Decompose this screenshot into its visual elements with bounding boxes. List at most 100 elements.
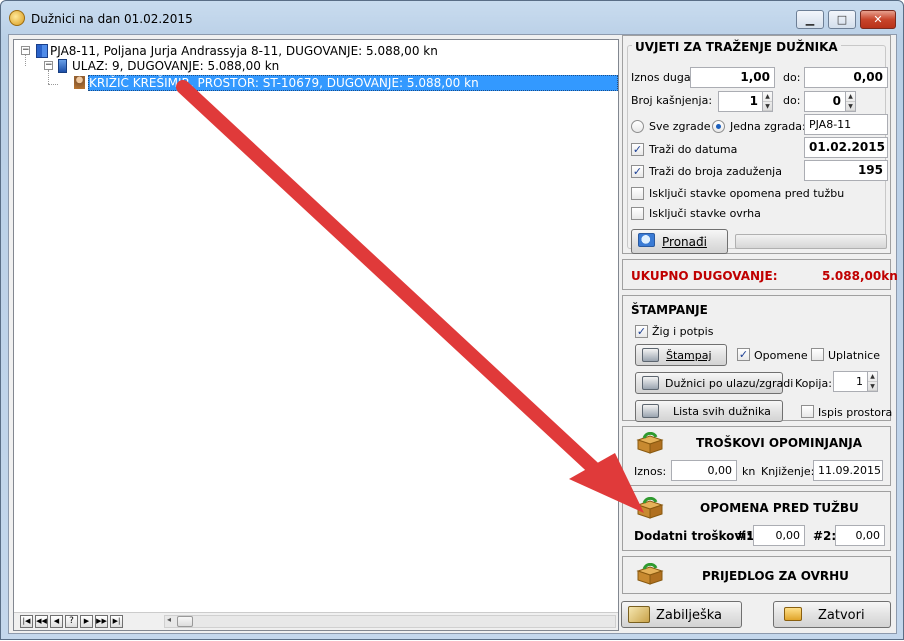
uplatnice-checkbox[interactable] bbox=[811, 348, 824, 361]
building-icon bbox=[36, 44, 48, 58]
prev-record-button[interactable]: ◀ bbox=[50, 615, 63, 628]
ovrha-title: PRIJEDLOG ZA OVRHU bbox=[702, 569, 849, 583]
folder-icon bbox=[784, 607, 802, 621]
package-icon bbox=[636, 431, 664, 454]
maximize-button[interactable]: □ bbox=[828, 10, 856, 29]
collapse-root-icon[interactable]: − bbox=[21, 46, 30, 55]
total-panel: UKUPNO DUGOVANJE: 5.088,00kn bbox=[622, 259, 898, 290]
tree-node-building[interactable]: PJA8-11, Poljana Jurja Andrassyja 8-11, … bbox=[50, 44, 438, 59]
tree-node-entrance[interactable]: ULAZ: 9, DUGOVANJE: 5.088,00 kn bbox=[72, 59, 279, 74]
close-button[interactable]: ✕ bbox=[860, 10, 896, 29]
minimize-button[interactable]: ▁ bbox=[796, 10, 824, 29]
knjizenje-input[interactable]: 11.09.2015 bbox=[813, 460, 883, 481]
horizontal-scrollbar[interactable]: ◂ bbox=[164, 615, 616, 628]
tree-node-tenant[interactable]: KRIŽIĆ KREŠIMIR, PROSTOR: ST-10679, DUGO… bbox=[88, 75, 618, 91]
iskljuci-opomena-checkbox[interactable] bbox=[631, 187, 644, 200]
sve-zgrade-radio[interactable] bbox=[631, 120, 644, 133]
stampaj-label: Štampaj bbox=[666, 349, 712, 362]
jedna-zgrada-label: Jedna zgrada: bbox=[730, 120, 806, 133]
next-page-button[interactable]: ▶▶ bbox=[95, 615, 108, 628]
opomena-panel: OPOMENA PRED TUŽBU Dodatni troškovi: #1 … bbox=[622, 491, 891, 551]
next-record-button[interactable]: ▶ bbox=[80, 615, 93, 628]
broj-to-stepper[interactable]: ▲ ▼ bbox=[845, 91, 856, 112]
duznici-ulaz-button[interactable]: Dužnici po ulazu/zgradi bbox=[635, 372, 793, 394]
package-icon bbox=[636, 496, 664, 519]
broj-from-stepper[interactable]: ▲ ▼ bbox=[762, 91, 773, 112]
print-panel: ŠTAMPANJE ✓ Žig i potpis Štampaj ✓ Opome… bbox=[622, 295, 893, 422]
printer-icon bbox=[642, 376, 659, 390]
total-value: 5.088,00kn bbox=[822, 269, 898, 283]
broj-from-input[interactable]: 1 bbox=[718, 91, 763, 112]
lista-duznika-label: Lista svih dužnika bbox=[673, 405, 771, 418]
pronadi-button[interactable]: Pronađi bbox=[631, 229, 728, 254]
pronadi-label: Pronađi bbox=[662, 235, 707, 249]
printer-icon bbox=[642, 348, 659, 362]
minimize-icon: ▁ bbox=[805, 13, 815, 26]
zatvori-button[interactable]: Zatvori bbox=[773, 601, 891, 628]
kopija-label: Kopija: bbox=[795, 377, 832, 390]
sve-zgrade-label: Sve zgrade bbox=[649, 120, 711, 133]
zig-label: Žig i potpis bbox=[652, 325, 714, 338]
prev-page-button[interactable]: ◀◀ bbox=[35, 615, 48, 628]
window-title: Dužnici na dan 01.02.2015 bbox=[31, 12, 193, 26]
knjizenje-label: Knjiženje: bbox=[761, 465, 815, 478]
broj-do-label: do: bbox=[783, 94, 801, 107]
trazi-datum-checkbox[interactable]: ✓ bbox=[631, 143, 644, 156]
first-record-button[interactable]: |◀ bbox=[20, 615, 33, 628]
broj-zaduzenja-input[interactable]: 195 bbox=[804, 160, 888, 181]
collapse-entrance-icon[interactable]: − bbox=[44, 61, 53, 70]
iznos-label: Iznos duga: bbox=[631, 71, 695, 84]
trazi-broj-label: Traži do broja zaduženja bbox=[649, 165, 782, 178]
title-bar: Dužnici na dan 01.02.2015 ▁ □ ✕ bbox=[1, 1, 903, 35]
total-label: UKUPNO DUGOVANJE: bbox=[631, 269, 778, 283]
jedna-zgrada-radio[interactable] bbox=[712, 120, 725, 133]
kopija-input[interactable]: 1 bbox=[833, 371, 868, 392]
iskljuci-opomena-label: Isključi stavke opomena pred tužbu bbox=[649, 187, 845, 200]
search-icon bbox=[638, 233, 655, 247]
trosak2-input[interactable]: 0,00 bbox=[835, 525, 885, 546]
broj-label: Broj kašnjenja: bbox=[631, 94, 713, 107]
duznici-ulaz-label: Dužnici po ulazu/zgradi bbox=[665, 377, 794, 390]
kopija-stepper[interactable]: ▲ ▼ bbox=[867, 371, 878, 392]
opomena-title: OPOMENA PRED TUŽBU bbox=[700, 501, 859, 515]
printer-icon bbox=[642, 404, 659, 418]
trazi-broj-checkbox[interactable]: ✓ bbox=[631, 165, 644, 178]
uplatnice-label: Uplatnice bbox=[828, 349, 880, 362]
person-icon bbox=[74, 76, 85, 89]
datum-input[interactable]: 01.02.2015 bbox=[804, 137, 888, 158]
search-panel: UVJETI ZA TRAŽENJE DUŽNIKA Iznos duga: 1… bbox=[622, 35, 891, 254]
help-button[interactable]: ? bbox=[65, 615, 78, 628]
zgrada-input[interactable]: PJA8-11 bbox=[804, 114, 888, 135]
print-title: ŠTAMPANJE bbox=[631, 303, 708, 317]
close-icon: ✕ bbox=[873, 13, 883, 26]
ispis-prostora-label: Ispis prostora bbox=[818, 406, 893, 419]
broj-to-input[interactable]: 0 bbox=[804, 91, 846, 112]
ispis-prostora-checkbox[interactable] bbox=[801, 405, 814, 418]
lista-duznika-button[interactable]: Lista svih dužnika bbox=[635, 400, 783, 422]
last-record-button[interactable]: ▶| bbox=[110, 615, 123, 628]
troskovi-kn-label: kn bbox=[742, 465, 756, 478]
iznos-to-input[interactable]: 0,00 bbox=[804, 67, 888, 88]
note-icon bbox=[628, 606, 650, 623]
scroll-thumb[interactable] bbox=[177, 616, 193, 627]
iskljuci-ovrha-checkbox[interactable] bbox=[631, 207, 644, 220]
iznos-do-label: do: bbox=[783, 71, 801, 84]
zatvori-label: Zatvori bbox=[818, 608, 865, 623]
zabiljeska-button[interactable]: Zabilješka bbox=[621, 601, 742, 628]
opomene-checkbox[interactable]: ✓ bbox=[737, 348, 750, 361]
zig-checkbox[interactable]: ✓ bbox=[635, 325, 648, 338]
scroll-left-icon[interactable]: ◂ bbox=[167, 615, 171, 624]
troskovi-panel: TROŠKOVI OPOMINJANJA Iznos: 0,00 kn Knji… bbox=[622, 426, 891, 486]
trosak1-label: #1 bbox=[736, 529, 755, 543]
package-icon bbox=[636, 562, 664, 585]
stampaj-button[interactable]: Štampaj bbox=[635, 344, 727, 366]
trazi-datum-label: Traži do datuma bbox=[649, 143, 738, 156]
maximize-icon: □ bbox=[836, 13, 848, 26]
troskovi-iznos-label: Iznos: bbox=[634, 465, 667, 478]
troskovi-iznos-input[interactable]: 0,00 bbox=[671, 460, 737, 481]
trosak1-input[interactable]: 0,00 bbox=[753, 525, 805, 546]
ovrha-panel[interactable]: PRIJEDLOG ZA OVRHU bbox=[622, 556, 891, 594]
debtor-tree[interactable]: − PJA8-11, Poljana Jurja Andrassyja 8-11… bbox=[13, 39, 619, 631]
search-title: UVJETI ZA TRAŽENJE DUŽNIKA bbox=[632, 40, 841, 54]
iznos-from-input[interactable]: 1,00 bbox=[690, 67, 775, 88]
